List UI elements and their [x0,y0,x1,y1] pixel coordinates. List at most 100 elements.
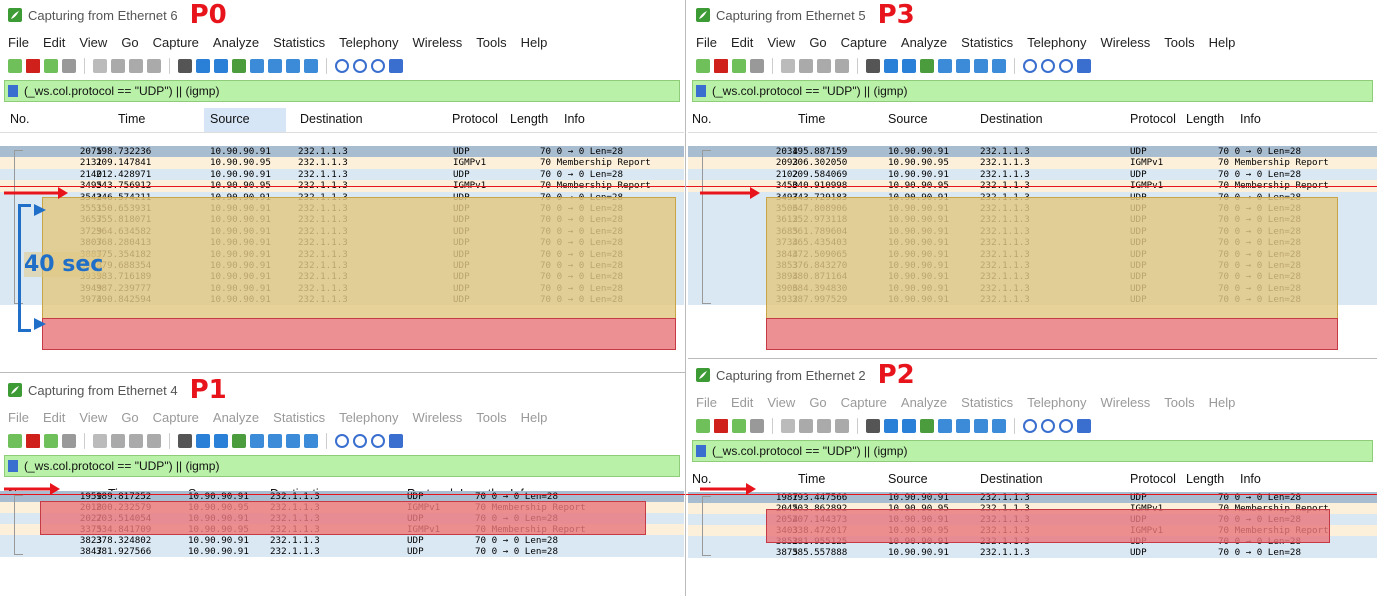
column-header-length[interactable]: Length [510,112,548,126]
packet-row[interactable]: 2093 206.302050 10.90.90.95 232.1.1.3 IGMPv1… [688,157,1377,169]
forward-icon[interactable] [214,59,228,73]
zoom-in-icon[interactable] [1023,419,1037,433]
packet-row[interactable]: 3875 385.557888 10.90.90.91 232.1.1.3 UDP 70 … [688,547,1377,558]
restart-icon[interactable] [44,59,58,73]
last-icon[interactable] [268,59,282,73]
menu-file[interactable]: File [8,35,29,50]
menu-view[interactable]: View [767,35,795,50]
find-icon[interactable] [178,59,192,73]
menu-telephony[interactable]: Telephony [339,410,398,425]
menu-statistics[interactable]: Statistics [273,35,325,50]
menu-capture[interactable]: Capture [153,410,199,425]
open-icon[interactable] [781,59,795,73]
zoom-normal-icon[interactable] [371,434,385,448]
column-header-source[interactable]: Source [888,472,928,486]
zoom-out-icon[interactable] [1041,419,1055,433]
bookmark-icon[interactable] [696,445,706,457]
stop-icon[interactable] [26,59,40,73]
restart-icon[interactable] [732,419,746,433]
back-icon[interactable] [196,59,210,73]
first-icon[interactable] [938,59,952,73]
menu-analyze[interactable]: Analyze [213,410,259,425]
packet-row[interactable]: 2102 209.584069 10.90.90.91 232.1.1.3 UDP 70 … [688,168,1377,181]
last-icon[interactable] [956,419,970,433]
colorize-icon[interactable] [304,434,318,448]
stop-icon[interactable] [714,59,728,73]
colorize-icon[interactable] [992,419,1006,433]
menu-analyze[interactable]: Analyze [901,35,947,50]
column-header-destination[interactable]: Destination [300,112,363,126]
save-icon[interactable] [111,59,125,73]
menu-help[interactable]: Help [521,410,548,425]
menu-telephony[interactable]: Telephony [1027,395,1086,410]
menu-edit[interactable]: Edit [731,35,753,50]
menu-capture[interactable]: Capture [841,395,887,410]
zoom-in-icon[interactable] [335,59,349,73]
forward-icon[interactable] [214,434,228,448]
column-header-length[interactable]: Length [1186,472,1224,486]
back-icon[interactable] [196,434,210,448]
options-icon[interactable] [62,434,76,448]
resize-columns-icon[interactable] [389,59,403,73]
menu-help[interactable]: Help [1209,35,1236,50]
display-filter-input[interactable]: (_ws.col.protocol == "UDP") || (igmp) [4,455,680,477]
colorize-icon[interactable] [992,59,1006,73]
zoom-normal-icon[interactable] [371,59,385,73]
close-file-icon[interactable] [129,434,143,448]
packet-row[interactable]: 3823 378.324802 10.90.90.91 232.1.1.3 UDP 70 … [0,535,684,546]
options-icon[interactable] [750,419,764,433]
reload-icon[interactable] [835,419,849,433]
menu-tools[interactable]: Tools [476,410,506,425]
menu-statistics[interactable]: Statistics [273,410,325,425]
restart-icon[interactable] [732,59,746,73]
zoom-in-icon[interactable] [335,434,349,448]
column-header-protocol[interactable]: Protocol [452,112,498,126]
column-header-source[interactable]: Source [888,112,928,126]
goto-icon[interactable] [920,419,934,433]
open-icon[interactable] [781,419,795,433]
menu-statistics[interactable]: Statistics [961,395,1013,410]
display-filter-input[interactable]: (_ws.col.protocol == "UDP") || (igmp) [692,80,1373,102]
first-icon[interactable] [250,434,264,448]
goto-icon[interactable] [920,59,934,73]
menu-file[interactable]: File [696,35,717,50]
menu-go[interactable]: Go [809,395,826,410]
back-icon[interactable] [884,419,898,433]
column-header-info[interactable]: Info [1240,472,1261,486]
menu-help[interactable]: Help [521,35,548,50]
menu-go[interactable]: Go [121,410,138,425]
save-icon[interactable] [799,419,813,433]
shark-fin-icon[interactable] [696,419,710,433]
reload-icon[interactable] [147,434,161,448]
display-filter-input[interactable]: (_ws.col.protocol == "UDP") || (igmp) [692,440,1373,462]
menu-capture[interactable]: Capture [841,35,887,50]
menu-tools[interactable]: Tools [476,35,506,50]
autoscroll-icon[interactable] [286,434,300,448]
column-header-no[interactable]: No. [10,112,29,126]
menu-telephony[interactable]: Telephony [1027,35,1086,50]
column-header-time[interactable]: Time [798,112,825,126]
back-icon[interactable] [884,59,898,73]
close-file-icon[interactable] [817,419,831,433]
find-icon[interactable] [866,59,880,73]
zoom-in-icon[interactable] [1023,59,1037,73]
menu-file[interactable]: File [696,395,717,410]
menu-help[interactable]: Help [1209,395,1236,410]
autoscroll-icon[interactable] [974,59,988,73]
menu-statistics[interactable]: Statistics [961,35,1013,50]
open-icon[interactable] [93,434,107,448]
menu-wireless[interactable]: Wireless [1100,35,1150,50]
options-icon[interactable] [750,59,764,73]
column-header-time[interactable]: Time [118,112,145,126]
display-filter-input[interactable]: (_ws.col.protocol == "UDP") || (igmp) [4,80,680,102]
autoscroll-icon[interactable] [286,59,300,73]
restart-icon[interactable] [44,434,58,448]
menu-tools[interactable]: Tools [1164,35,1194,50]
shark-fin-icon[interactable] [8,434,22,448]
menu-edit[interactable]: Edit [731,395,753,410]
bookmark-icon[interactable] [8,85,18,97]
packet-row[interactable]: 2034 195.887159 10.90.90.91 232.1.1.3 UDP 70 … [688,146,1377,158]
column-header-length[interactable]: Length [1186,112,1224,126]
column-header-destination[interactable]: Destination [980,472,1043,486]
options-icon[interactable] [62,59,76,73]
